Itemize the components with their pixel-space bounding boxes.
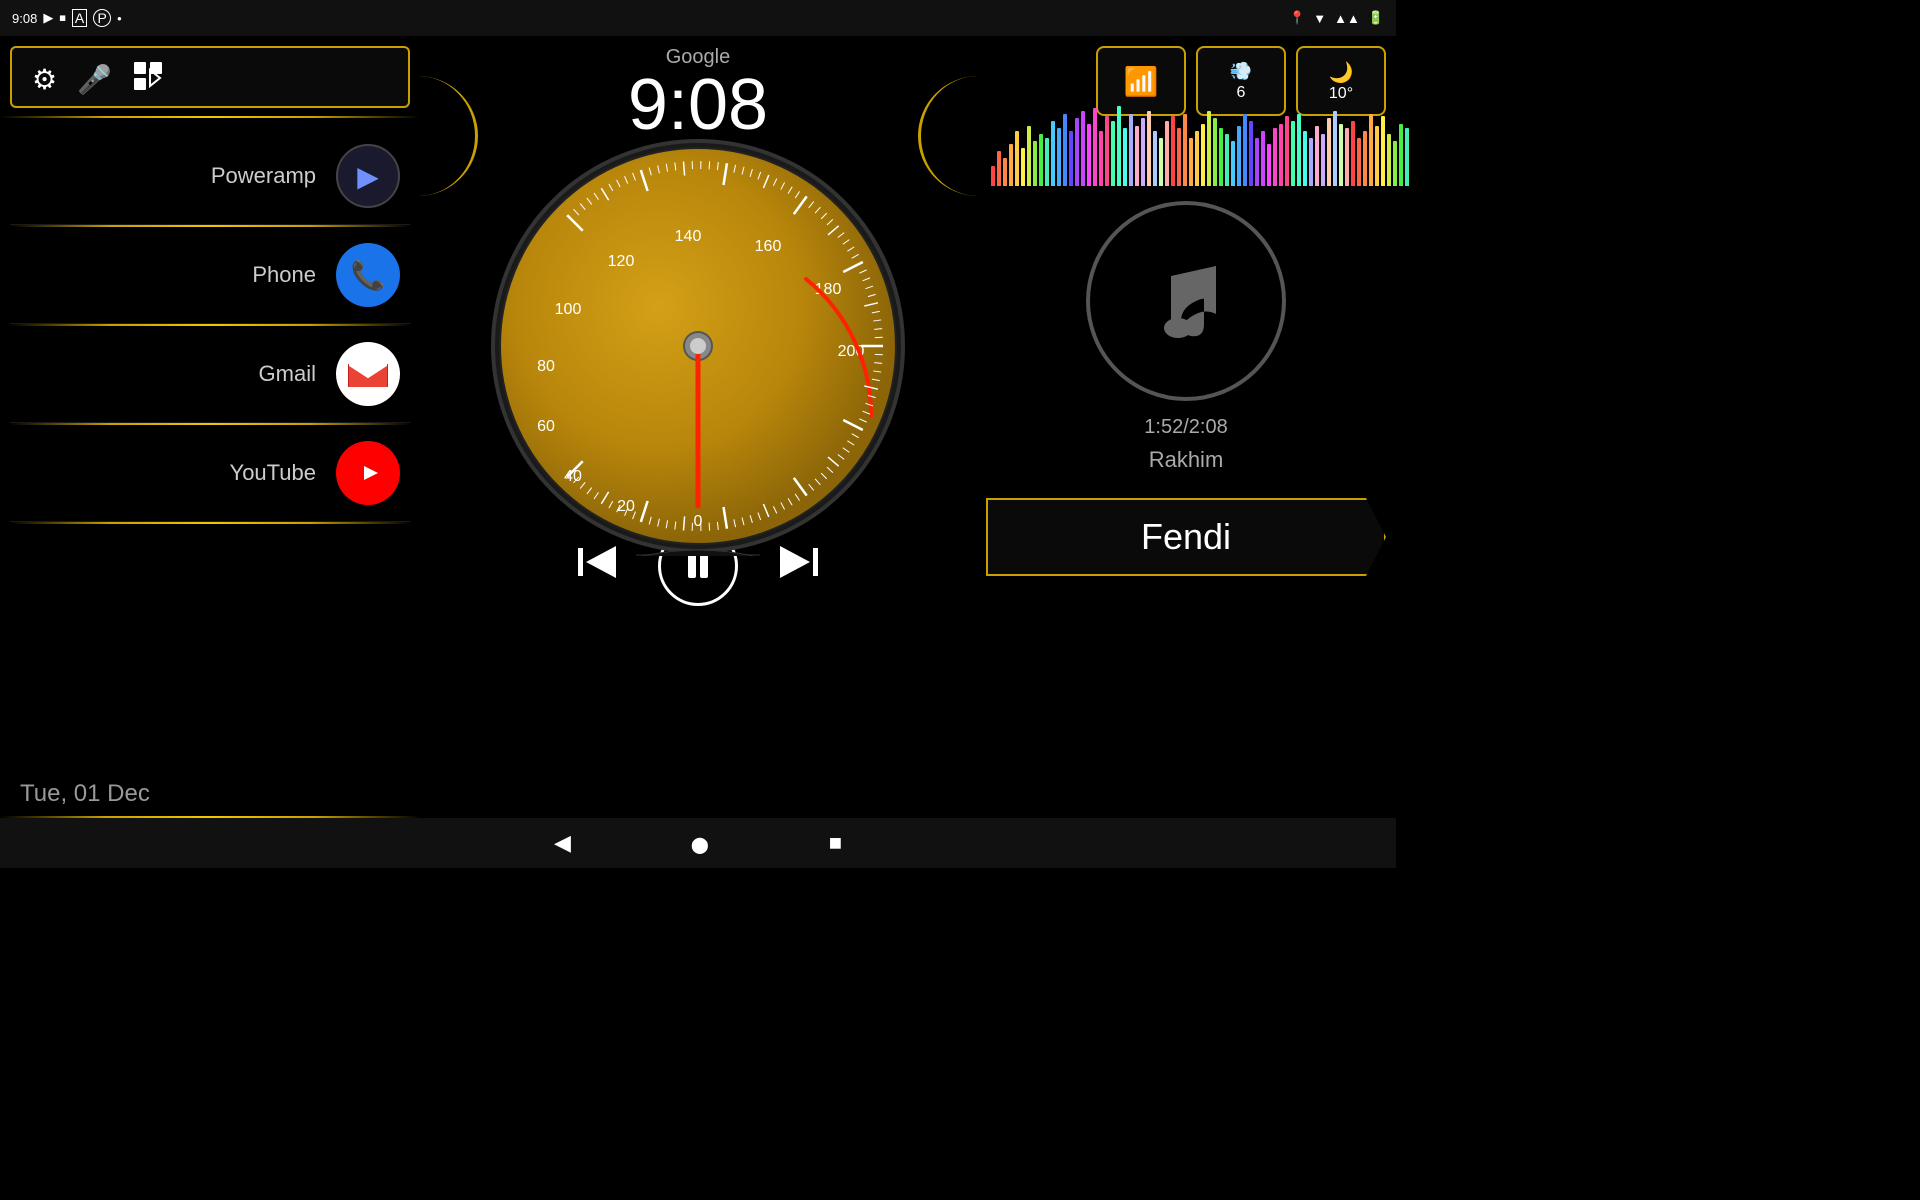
microphone-icon[interactable]: 🎤	[77, 63, 112, 96]
signal-icon: ▲▲	[1334, 11, 1360, 26]
gold-curve-right	[918, 76, 978, 196]
track-title: Fendi	[1141, 516, 1231, 557]
speedometer: 0 20 40 60 80 100 120 140 160 180 200	[488, 136, 908, 556]
list-item[interactable]: YouTube	[10, 425, 410, 522]
svg-text:60: 60	[537, 418, 555, 435]
poweramp-label: Poweramp	[211, 163, 316, 189]
svg-text:120: 120	[608, 253, 635, 270]
track-info: 1:52/2:08 Rakhim	[986, 416, 1386, 488]
wind-icon-hex[interactable]: 💨 6	[1196, 46, 1286, 116]
youtube-label: YouTube	[230, 460, 316, 486]
home-button[interactable]: ⬤	[691, 830, 709, 856]
status-time: 9:08	[12, 11, 37, 26]
status-right: 📍 ▼ ▲▲ 🔋	[1289, 10, 1384, 26]
status-left: 9:08 ▶ ⏹ A P •	[12, 9, 122, 27]
gold-curve-left	[418, 76, 478, 196]
time-display: 9:08	[628, 69, 768, 141]
separator-line	[10, 522, 410, 524]
track-time: 1:52/2:08	[986, 416, 1386, 439]
right-panel: 📶 💨 6 🌙 10°	[976, 36, 1396, 818]
apps-icon[interactable]	[132, 60, 164, 98]
stop-icon: ⏹	[59, 10, 66, 26]
recent-button[interactable]: ■	[829, 830, 842, 856]
poweramp-icon[interactable]: ▶	[336, 144, 400, 208]
top-right-icons: 📶 💨 6 🌙 10°	[986, 46, 1386, 116]
wifi-status-icon: ▼	[1313, 11, 1326, 26]
phone-icon[interactable]: 📞	[336, 243, 400, 307]
location-icon: 📍	[1289, 10, 1305, 26]
dot-icon: •	[117, 11, 122, 26]
track-name-box: Fendi	[986, 498, 1386, 576]
temp-value: 10°	[1329, 85, 1353, 103]
main-area: ⚙ 🎤 Poweramp ▶	[0, 36, 1396, 818]
phone-label: Phone	[252, 262, 316, 288]
bottom-nav: ◀ ⬤ ■	[0, 818, 1396, 868]
app-list: Poweramp ▶ Phone 📞 Gmail	[0, 118, 420, 760]
equalizer	[986, 126, 1386, 186]
temp-icon-hex[interactable]: 🌙 10°	[1296, 46, 1386, 116]
p-icon: P	[93, 9, 111, 27]
battery-icon: 🔋	[1368, 10, 1384, 26]
music-note-icon	[1086, 201, 1286, 401]
left-panel: ⚙ 🎤 Poweramp ▶	[0, 36, 420, 818]
list-item[interactable]: Phone 📞	[10, 227, 410, 324]
svg-text:140: 140	[675, 228, 702, 245]
settings-icon[interactable]: ⚙	[32, 63, 57, 96]
wifi-icon-hex[interactable]: 📶	[1096, 46, 1186, 116]
youtube-icon[interactable]	[336, 441, 400, 505]
wind-value: 6	[1237, 84, 1246, 102]
back-button[interactable]: ◀	[554, 830, 571, 856]
date-display: Tue, 01 Dec	[0, 760, 420, 818]
svg-text:80: 80	[537, 358, 555, 375]
music-icon-area	[986, 201, 1386, 401]
center-panel: Google 9:08	[420, 36, 976, 818]
play-status-icon: ▶	[43, 10, 53, 26]
date-text: Tue, 01 Dec	[20, 780, 150, 807]
svg-text:100: 100	[555, 301, 582, 318]
status-bar: 9:08 ▶ ⏹ A P • 📍 ▼ ▲▲ 🔋	[0, 0, 1396, 36]
a-icon: A	[72, 9, 87, 27]
gmail-label: Gmail	[259, 361, 316, 387]
list-item[interactable]: Poweramp ▶	[10, 128, 410, 225]
toolbar: ⚙ 🎤	[10, 46, 410, 108]
google-time-display: Google 9:08	[628, 36, 768, 146]
svg-text:160: 160	[755, 238, 782, 255]
gmail-icon[interactable]	[336, 342, 400, 406]
track-artist: Rakhim	[986, 447, 1386, 473]
list-item[interactable]: Gmail	[10, 326, 410, 423]
